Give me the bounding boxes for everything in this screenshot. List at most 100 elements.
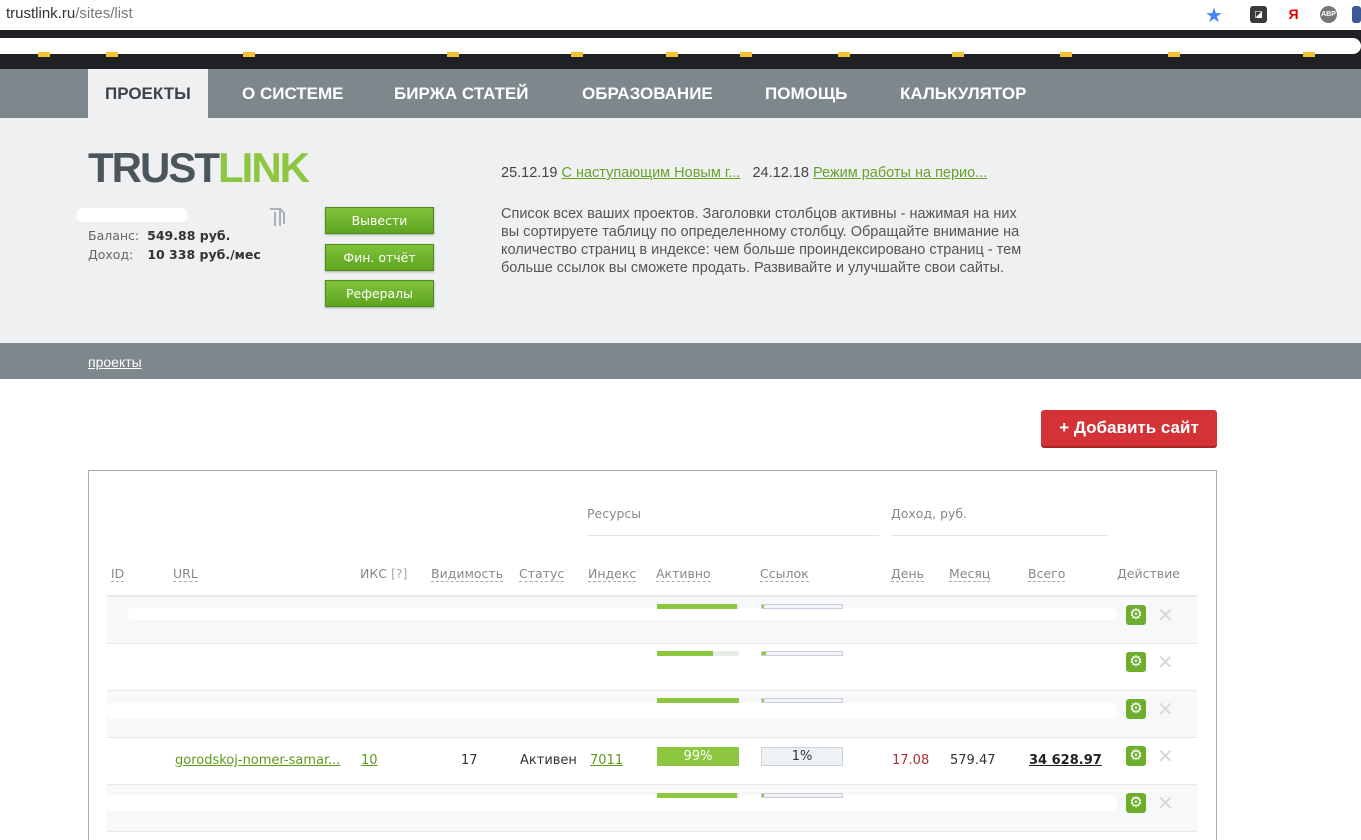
group-resources: Ресурсы (587, 506, 642, 521)
iks-link[interactable]: 10 (361, 753, 378, 768)
gear-icon[interactable]: ⚙ (1126, 652, 1146, 672)
active-bar-fill (657, 698, 739, 703)
table-row[interactable]: ⚙ ✕ (107, 597, 1197, 644)
withdraw-button[interactable]: Вывести (325, 207, 434, 234)
url-path: /sites/list (75, 5, 133, 22)
balance-row: Баланс: 549.88 руб. (88, 228, 230, 243)
news-date: 24.12.18 (752, 165, 809, 181)
adblock-extension-icon[interactable]: ABP (1320, 6, 1337, 23)
referrals-button[interactable]: Рефералы (325, 280, 434, 307)
bookmark-folder-icon[interactable] (1303, 52, 1315, 57)
row-redacted (107, 795, 1117, 811)
col-active[interactable]: Активно (656, 566, 711, 582)
status-value: Активен (520, 753, 577, 768)
links-bar-fill (762, 794, 764, 797)
bookmark-folder-icon[interactable] (666, 52, 678, 57)
close-icon[interactable]: ✕ (1157, 697, 1174, 722)
iks-help-link[interactable]: [?] (391, 566, 407, 581)
income-label: Доход: (88, 247, 134, 262)
col-status[interactable]: Статус (519, 566, 565, 582)
bookmark-folder-icon[interactable] (106, 52, 118, 57)
links-bar (761, 793, 843, 798)
breadcrumb-bar: проекты (0, 343, 1361, 379)
page-description: Список всех ваших проектов. Заголовки ст… (501, 206, 1022, 276)
yandex-extension-icon[interactable]: Я (1285, 6, 1302, 23)
bookmark-folder-icon[interactable] (571, 52, 583, 57)
col-links[interactable]: Ссылок (760, 566, 809, 582)
table-row[interactable]: ⚙ ✕ (107, 644, 1197, 691)
main-nav: ПРОЕКТЫ О СИСТЕМЕ БИРЖА СТАТЕЙ ОБРАЗОВАН… (0, 69, 1361, 118)
logo-part-link: LINK (218, 144, 310, 191)
col-id[interactable]: ID (111, 566, 125, 582)
table-row[interactable]: ⚙ ✕ (107, 691, 1197, 738)
logout-icon[interactable] (266, 206, 288, 228)
close-icon[interactable]: ✕ (1157, 603, 1174, 628)
balance-value: 549.88 руб. (147, 228, 231, 243)
col-url[interactable]: URL (173, 566, 198, 582)
visibility-value: 17 (461, 753, 478, 768)
nav-calculator[interactable]: КАЛЬКУЛЯТОР (883, 69, 1043, 118)
close-icon[interactable]: ✕ (1157, 791, 1174, 816)
bookmark-folder-icon[interactable] (838, 52, 850, 57)
group-divider (587, 535, 879, 536)
table-row[interactable]: gorodskoj-nomer-samar... 10 17 Активен 7… (107, 738, 1197, 785)
nav-projects[interactable]: ПРОЕКТЫ (88, 69, 208, 118)
links-bar (761, 651, 843, 656)
gear-icon[interactable]: ⚙ (1126, 699, 1146, 719)
active-bar-fill (657, 793, 737, 798)
news-link[interactable]: Режим работы на перио... (813, 165, 987, 181)
col-index[interactable]: Индекс (588, 566, 637, 582)
nav-education[interactable]: ОБРАЗОВАНИЕ (565, 69, 730, 118)
site-url-link[interactable]: gorodskoj-nomer-samar... (175, 753, 341, 768)
news-link[interactable]: С наступающим Новым г... (561, 165, 740, 181)
news-ticker: 25.12.19 С наступающим Новым г... 24.12.… (501, 165, 987, 181)
group-income: Доход, руб. (891, 506, 968, 521)
nav-about[interactable]: О СИСТЕМЕ (225, 69, 361, 118)
bookmark-folder-icon[interactable] (38, 52, 50, 57)
income-total[interactable]: 34 628.97 (1029, 753, 1102, 768)
nav-help[interactable]: ПОМОЩЬ (748, 69, 864, 118)
breadcrumb[interactable]: проекты (88, 354, 142, 370)
url-host: trustlink.ru (6, 5, 76, 22)
active-bar (657, 793, 739, 798)
address-bar[interactable]: trustlink.ru/sites/list ★ ◪ Я ABP (0, 0, 1361, 30)
active-bar (657, 651, 739, 656)
bookmark-folder-icon[interactable] (447, 52, 459, 57)
active-bar (657, 604, 739, 609)
income-month: 579.47 (950, 753, 996, 768)
close-icon[interactable]: ✕ (1157, 744, 1174, 769)
logo[interactable]: TRUSTLINK (88, 144, 310, 192)
table-row[interactable]: ⚙ ✕ (107, 785, 1197, 832)
gear-icon[interactable]: ⚙ (1126, 746, 1146, 766)
bookmark-folder-icon[interactable] (1060, 52, 1072, 57)
extension-icon[interactable]: ◪ (1250, 6, 1267, 23)
bookmark-folder-icon[interactable] (1168, 52, 1180, 57)
financial-report-button[interactable]: Фин. отчёт (325, 244, 434, 271)
url-text[interactable]: trustlink.ru/sites/list (6, 5, 133, 22)
index-link[interactable]: 7011 (590, 753, 623, 768)
col-iks-label: ИКС (360, 566, 387, 581)
bookmark-folder-icon[interactable] (243, 52, 255, 57)
active-bar-fill (657, 651, 713, 656)
bookmark-folder-icon[interactable] (952, 52, 964, 57)
income-value: 10 338 руб./мес (147, 247, 261, 262)
row-redacted (107, 703, 1117, 719)
close-icon[interactable]: ✕ (1157, 650, 1174, 675)
bookmark-folder-icon[interactable] (740, 52, 752, 57)
gear-icon[interactable]: ⚙ (1126, 605, 1146, 625)
nav-article-exchange[interactable]: БИРЖА СТАТЕЙ (377, 69, 545, 118)
gear-icon[interactable]: ⚙ (1126, 793, 1146, 813)
links-bar-fill (762, 699, 764, 702)
row-redacted (127, 608, 1117, 620)
col-visibility[interactable]: Видимость (431, 566, 504, 582)
logo-part-trust: TRUST (88, 144, 220, 191)
col-month[interactable]: Месяц (949, 566, 991, 582)
col-day[interactable]: День (891, 566, 924, 582)
income-day: 17.08 (892, 753, 930, 768)
col-total[interactable]: Всего (1028, 566, 1066, 582)
extension-icon[interactable] (1352, 6, 1361, 23)
bookmark-star-icon[interactable]: ★ (1205, 3, 1223, 28)
add-site-button[interactable]: + Добавить сайт (1041, 410, 1217, 446)
account-header: TRUSTLINK Баланс: 549.88 руб. Доход: 10 33… (0, 118, 1361, 343)
col-iks[interactable]: ИКС [?] (360, 566, 407, 581)
